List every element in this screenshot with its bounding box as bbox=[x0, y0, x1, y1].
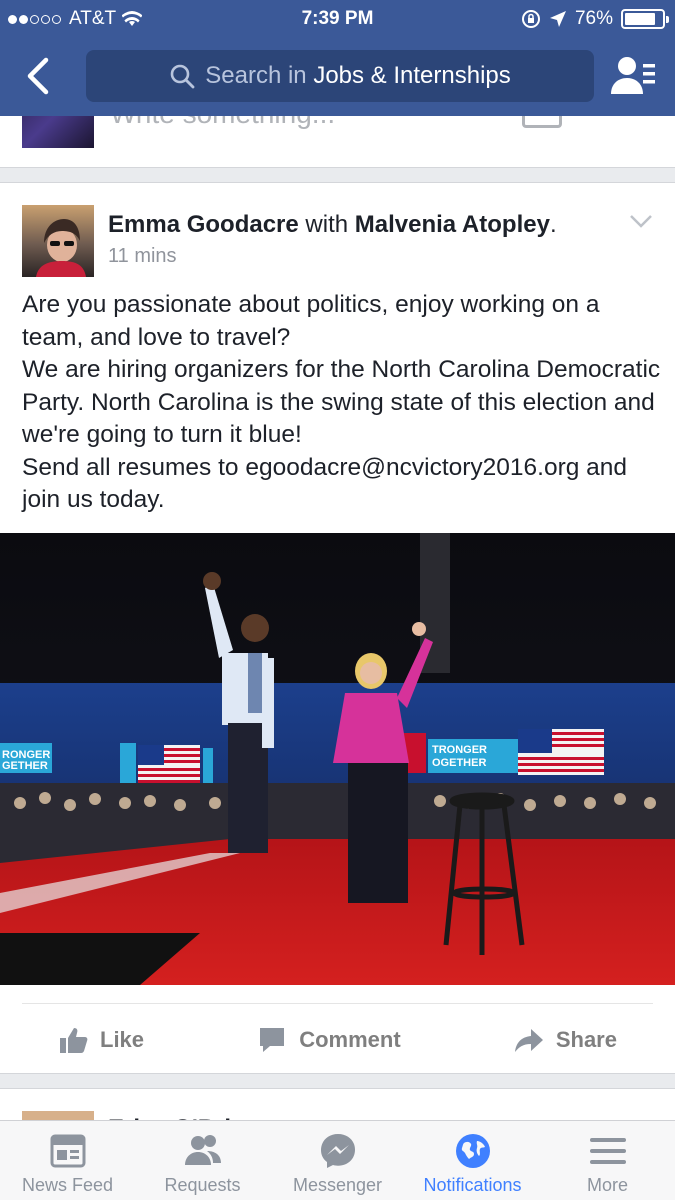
tab-messenger[interactable]: Messenger bbox=[270, 1121, 405, 1200]
share-button[interactable]: Share bbox=[514, 1025, 617, 1055]
news-feed-icon bbox=[50, 1134, 85, 1168]
tab-label: News Feed bbox=[21, 1175, 114, 1195]
back-arrow-icon[interactable] bbox=[22, 56, 58, 96]
share-label: Share bbox=[555, 1026, 617, 1052]
post-body-text: Are you passionate about politics, enjoy… bbox=[22, 291, 661, 513]
svg-text:OGETHER: OGETHER bbox=[432, 757, 486, 769]
search-group-name: Jobs & Internships bbox=[313, 62, 511, 89]
post-actions: Like Comment Share bbox=[22, 1003, 653, 1075]
tab-bar: News Feed Requests Messenger Notificatio… bbox=[0, 1120, 675, 1200]
tab-label: More bbox=[586, 1175, 628, 1195]
rotation-lock-icon bbox=[521, 10, 540, 28]
composer-card: Write something... bbox=[0, 116, 675, 168]
group-search-input[interactable]: Search in Jobs & Internships bbox=[86, 50, 594, 102]
comment-label: Comment bbox=[299, 1026, 401, 1052]
status-bar: AT&T 7:39 PM 76% bbox=[0, 0, 675, 38]
feed-post: Emma Goodacre with Malvenia Atopley. 11 … bbox=[0, 182, 675, 1074]
chevron-down-icon[interactable] bbox=[629, 213, 653, 229]
post-author-line: Emma Goodacre with Malvenia Atopley. bbox=[108, 211, 557, 239]
battery-icon bbox=[621, 9, 669, 29]
status-right: 76% bbox=[521, 8, 669, 30]
menu-icon bbox=[589, 1138, 626, 1164]
svg-text:GETHER: GETHER bbox=[2, 760, 48, 772]
author-period: . bbox=[549, 211, 557, 238]
location-arrow-icon bbox=[549, 11, 566, 27]
messenger-icon bbox=[320, 1134, 355, 1168]
tab-news-feed[interactable]: News Feed bbox=[0, 1121, 135, 1200]
tab-notifications[interactable]: Notifications bbox=[405, 1121, 540, 1200]
nav-bar: Search in Jobs & Internships bbox=[0, 38, 675, 116]
camera-icon[interactable] bbox=[522, 116, 562, 128]
like-button[interactable]: Like bbox=[58, 1025, 144, 1055]
battery-percent: 76% bbox=[574, 8, 613, 29]
search-icon bbox=[170, 64, 195, 89]
tab-requests[interactable]: Requests bbox=[135, 1121, 270, 1200]
author-name[interactable]: Emma Goodacre bbox=[108, 211, 299, 238]
globe-icon bbox=[455, 1134, 490, 1168]
search-prefix: Search in bbox=[205, 62, 307, 89]
comment-bubble-icon bbox=[260, 1027, 285, 1052]
composer-placeholder[interactable]: Write something... bbox=[110, 116, 335, 130]
tab-label: Requests bbox=[164, 1175, 241, 1195]
thumbs-up-icon bbox=[60, 1027, 88, 1053]
post-timestamp[interactable]: 11 mins bbox=[108, 245, 177, 268]
share-arrow-icon bbox=[514, 1028, 543, 1052]
composer-avatar bbox=[22, 116, 94, 148]
tab-more[interactable]: More bbox=[540, 1121, 675, 1200]
requests-icon bbox=[184, 1135, 221, 1165]
group-members-icon[interactable] bbox=[609, 54, 657, 98]
tab-label: Notifications bbox=[423, 1175, 522, 1195]
svg-text:TRONGER: TRONGER bbox=[432, 744, 487, 756]
author-avatar[interactable] bbox=[22, 205, 94, 277]
post-photo[interactable]: RONGER GETHER TRONGER OGETHER bbox=[0, 533, 675, 985]
tab-label: Messenger bbox=[292, 1175, 383, 1195]
with-word: with bbox=[305, 211, 349, 238]
comment-button[interactable]: Comment bbox=[257, 1025, 401, 1055]
like-label: Like bbox=[100, 1026, 145, 1052]
tagged-name[interactable]: Malvenia Atopley bbox=[355, 211, 550, 238]
